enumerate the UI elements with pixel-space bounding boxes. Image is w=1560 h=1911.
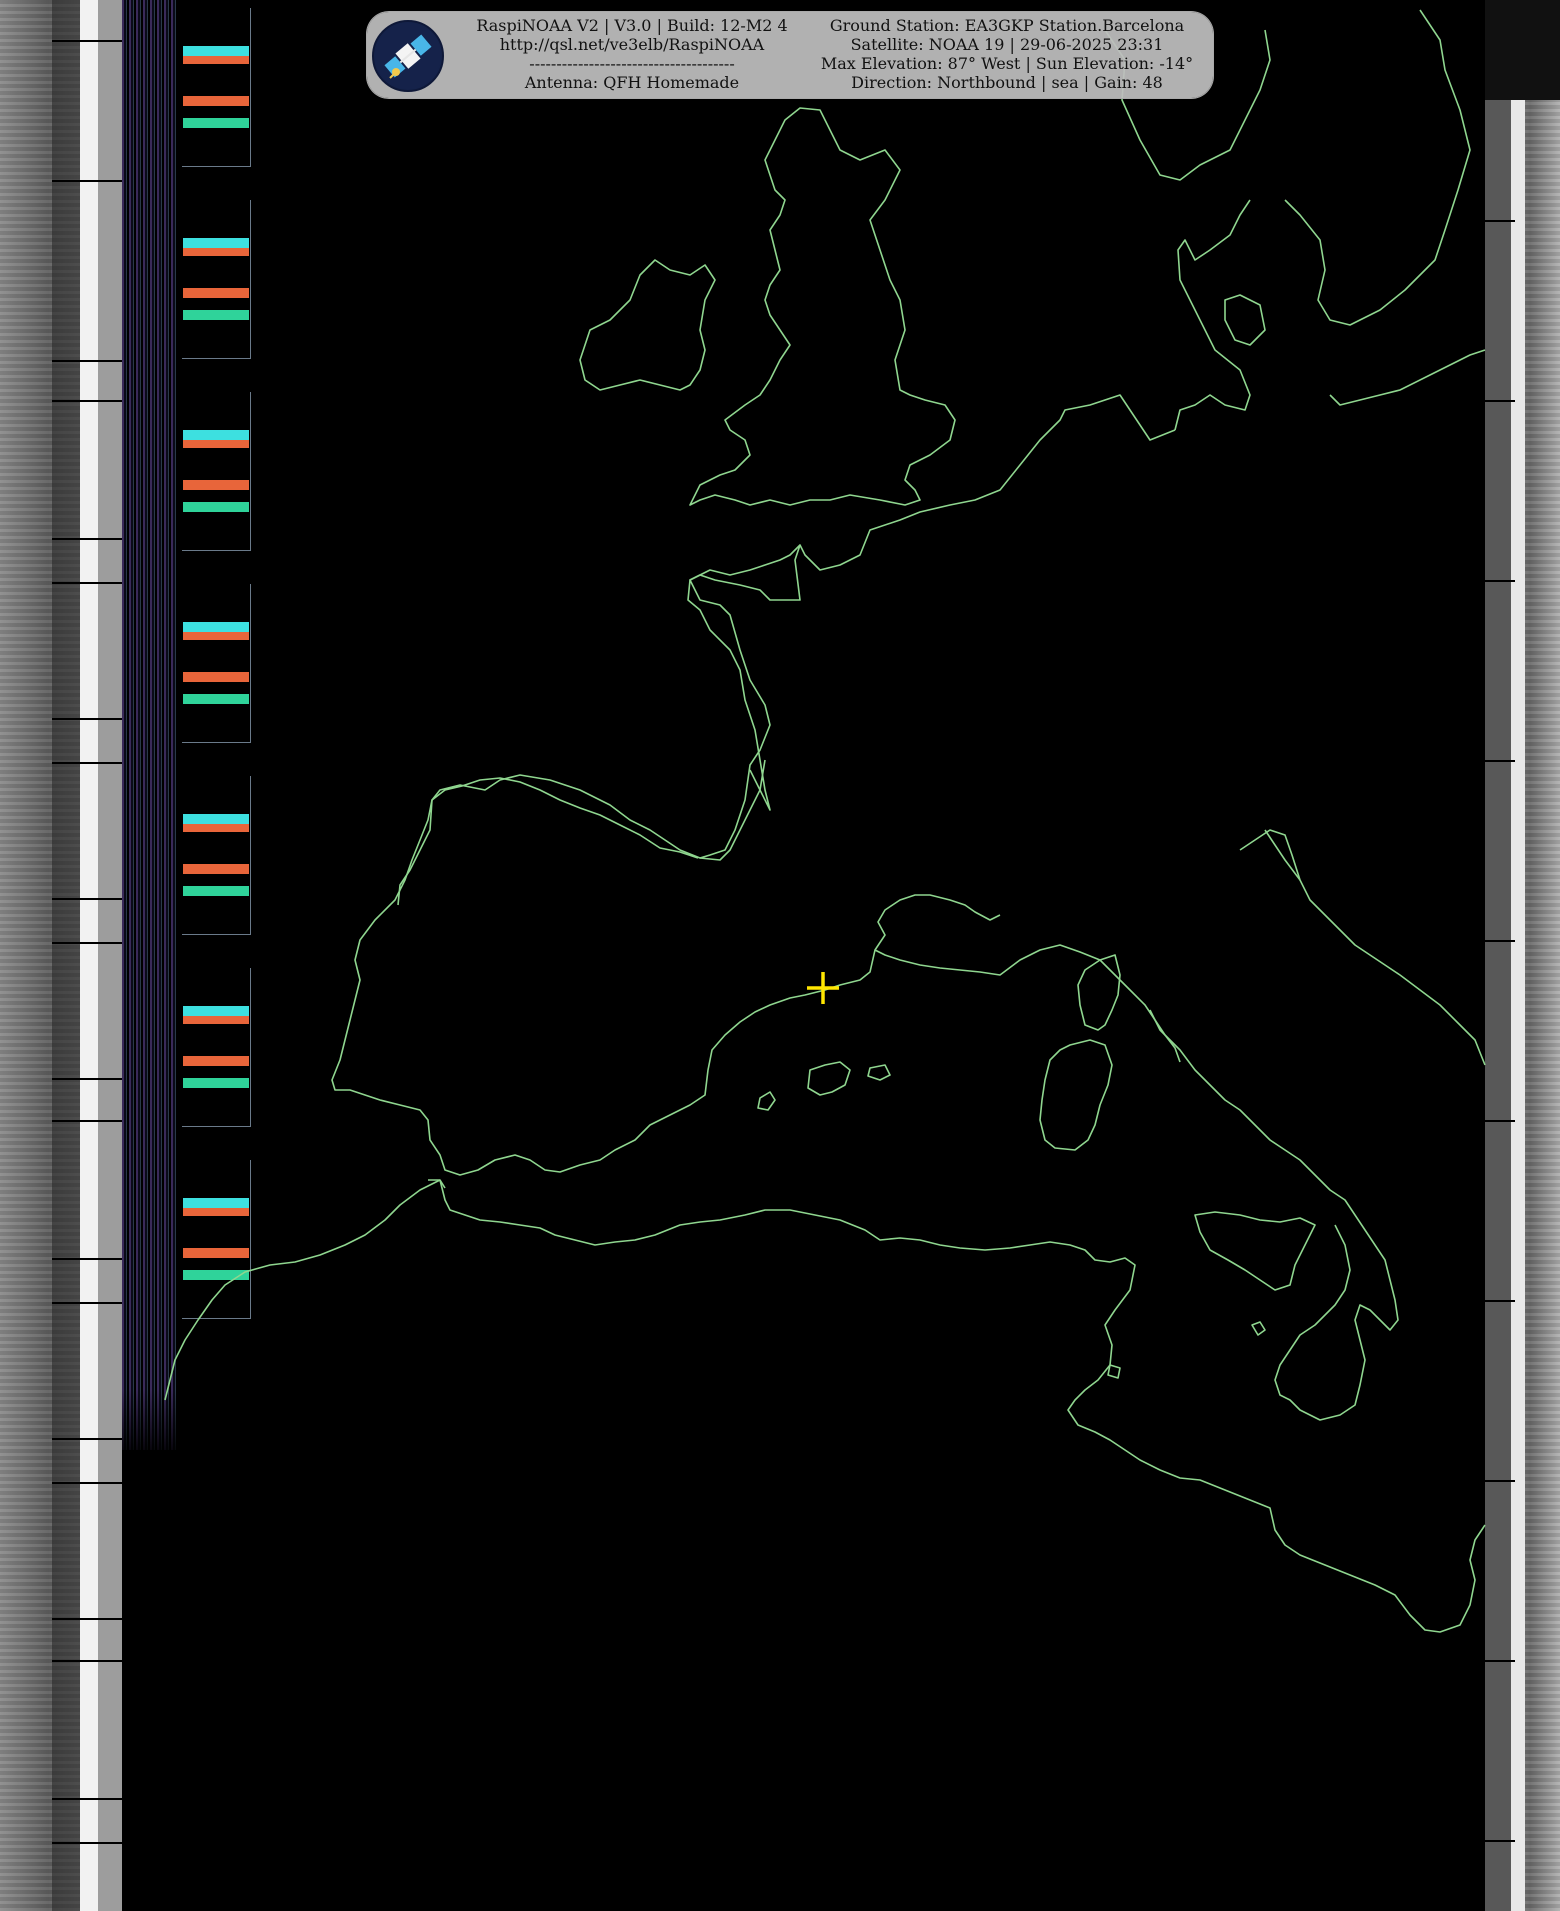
coastline-mallorca [807,1061,851,1096]
coastline-france-atlantic [699,759,766,861]
project-url-text: http://qsl.net/ve3elb/RaspiNOAA [499,35,765,54]
coastline-djerba [1107,1364,1121,1379]
satellite-icon [372,20,444,92]
coastline-sicily [1194,1211,1316,1291]
coastline-north-africa [439,1179,1486,1633]
coastline-italy-adriatic-east [1264,829,1301,881]
coastline-map [164,9,1486,1633]
satellite-datetime-text: Satellite: NOAA 19 | 29-06-2025 23:31 [850,35,1164,54]
pass-info-right-column: Ground Station: EA3GKP Station.Barcelona… [807,16,1207,92]
noaa-image-frame: RaspiNOAA V2 | V3.0 | Build: 12-M2 4 htt… [0,0,1560,1911]
coastline-denmark [1174,199,1251,431]
coastline-sardinia [1039,1039,1113,1151]
coastline-menorca [867,1064,891,1081]
coastline-scandinavia-east [1284,9,1471,326]
coastline-sweden-south [1329,349,1486,406]
coastline-denmark-islands [1224,294,1266,346]
software-version-text: RaspiNOAA V2 | V3.0 | Build: 12-M2 4 [476,16,788,35]
coastline-brittany [687,544,801,811]
coastline-malta [1251,1321,1266,1336]
coastline-north-sea [397,394,1176,906]
coastline-iberia [331,777,1001,1176]
coastline-france-south [874,944,1181,1063]
pass-info-left-column: RaspiNOAA V2 | V3.0 | Build: 12-M2 4 htt… [452,16,812,92]
ground-station-text: Ground Station: EA3GKP Station.Barcelona [829,16,1185,35]
coastline-italy-adriatic [1239,829,1486,1066]
elevation-text: Max Elevation: 87° West | Sun Elevation:… [820,54,1194,73]
coastline-morocco [164,1179,441,1401]
pass-info-panel: RaspiNOAA V2 | V3.0 | Build: 12-M2 4 htt… [367,12,1213,98]
antenna-text: Antenna: QFH Homemade [524,73,740,92]
direction-gain-text: Direction: Northbound | sea | Gain: 48 [851,73,1163,92]
coastline-ibiza [757,1091,776,1111]
coastline-great-britain [689,107,956,506]
ground-station-marker [807,972,839,1004]
coastline-italy [1149,1009,1399,1421]
separator-text: -------------------------------------- [529,54,735,73]
coastline-ireland [579,259,716,391]
coastline-corsica [1077,954,1121,1031]
